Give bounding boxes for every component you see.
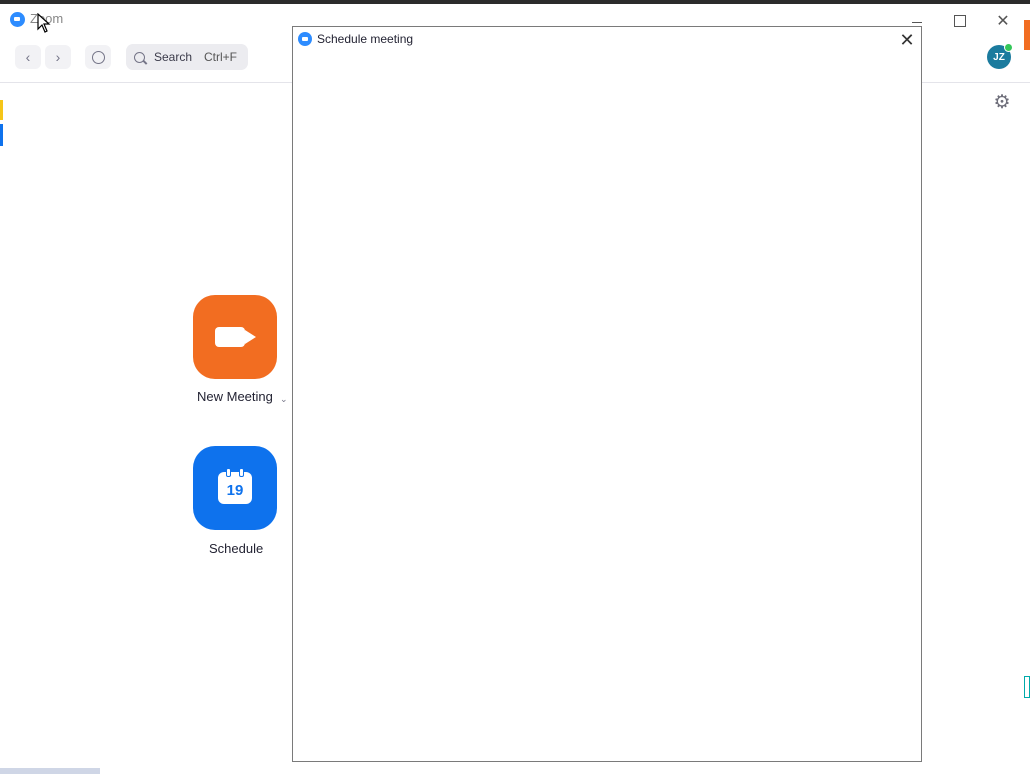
edge-marker xyxy=(0,768,100,774)
new-meeting-label: New Meeting xyxy=(197,389,273,404)
edge-marker xyxy=(0,100,3,120)
schedule-meeting-dialog[interactable]: Schedule meeting ✕ xyxy=(292,26,922,762)
edge-marker xyxy=(1024,20,1030,50)
history-icon xyxy=(91,50,105,64)
search-icon xyxy=(134,51,145,63)
forward-button[interactable]: › xyxy=(45,45,71,69)
history-button[interactable] xyxy=(85,45,111,69)
zoom-logo-icon xyxy=(298,32,312,46)
minimize-icon xyxy=(912,21,922,23)
zoom-logo-icon xyxy=(10,12,25,27)
presence-status-icon xyxy=(1004,43,1013,52)
toolbar-divider-right xyxy=(922,82,1030,83)
gear-icon[interactable]: ⚙ xyxy=(992,93,1012,113)
new-meeting-button[interactable] xyxy=(193,295,277,379)
maximize-button[interactable] xyxy=(940,8,980,34)
calendar-icon: 19 xyxy=(218,468,252,504)
search-box[interactable]: Search Ctrl+F xyxy=(126,44,248,70)
schedule-label: Schedule xyxy=(209,541,264,556)
search-shortcut: Ctrl+F xyxy=(204,50,237,64)
close-window-button[interactable]: ✕ xyxy=(983,8,1023,34)
schedule-button[interactable]: 19 xyxy=(193,446,277,530)
maximize-icon xyxy=(954,15,966,27)
video-camera-icon xyxy=(215,327,245,347)
search-label: Search xyxy=(154,50,193,64)
dialog-title: Schedule meeting xyxy=(317,32,414,46)
close-icon[interactable]: ✕ xyxy=(895,29,919,51)
back-button[interactable]: ‹ xyxy=(15,45,41,69)
toolbar-divider xyxy=(0,82,292,83)
edge-marker xyxy=(1024,676,1030,698)
chevron-down-icon[interactable]: ⌄ xyxy=(280,394,288,405)
edge-marker xyxy=(0,124,3,146)
